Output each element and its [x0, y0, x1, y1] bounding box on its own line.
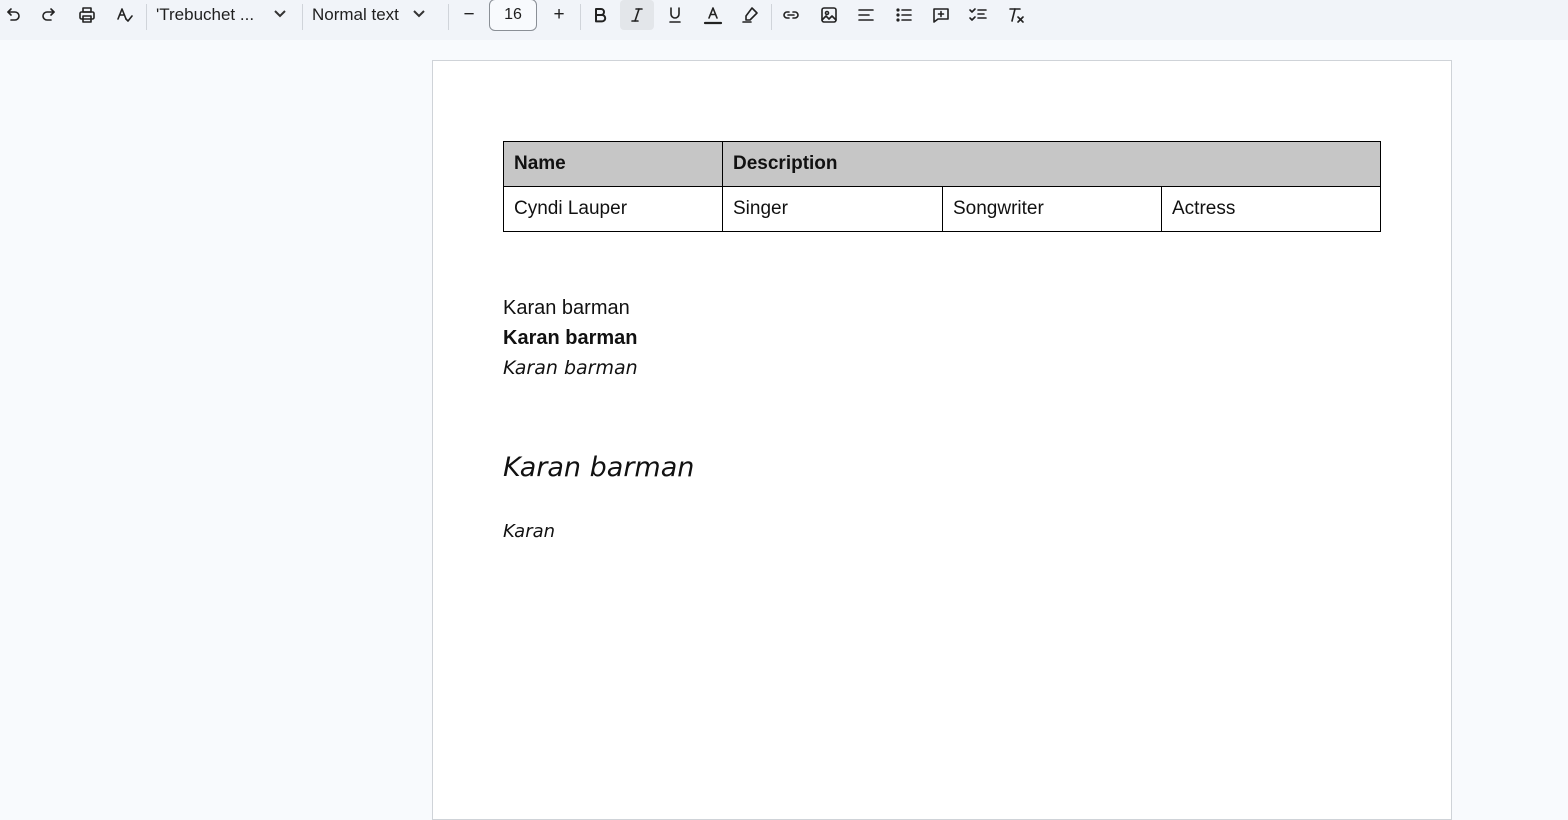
- align-left-icon: [858, 9, 874, 21]
- toolbar-divider: [448, 4, 449, 30]
- text-color-button[interactable]: [696, 0, 730, 30]
- table-cell[interactable]: Cyndi Lauper: [503, 186, 723, 232]
- spellcheck-icon: [117, 8, 133, 22]
- italic-icon: [631, 8, 643, 22]
- paragraph-small-italic[interactable]: Karan: [503, 521, 555, 542]
- font-family-value: 'Trebuchet ...: [156, 5, 255, 24]
- checklist-button[interactable]: [961, 0, 995, 30]
- insert-image-button[interactable]: [812, 0, 846, 30]
- increase-font-size-button[interactable]: +: [542, 0, 576, 30]
- table-cell[interactable]: Actress: [1161, 186, 1381, 232]
- clear-formatting-icon: [1009, 8, 1024, 23]
- undo-button[interactable]: [0, 0, 30, 30]
- print-icon: [79, 7, 95, 23]
- paragraph-style-dropdown[interactable]: Normal text: [312, 0, 427, 30]
- underline-icon: [669, 7, 681, 23]
- document-page[interactable]: Name Description Cyndi Lauper Singer Son…: [432, 60, 1452, 820]
- bulleted-list-button[interactable]: [887, 0, 921, 30]
- redo-button[interactable]: [32, 0, 66, 30]
- underline-button[interactable]: [658, 0, 692, 30]
- paragraph-large-italic[interactable]: Karan barman: [503, 452, 694, 483]
- bold-button[interactable]: [583, 0, 617, 30]
- paragraph-italic[interactable]: Karan barman: [503, 357, 638, 379]
- paragraph-style-value: Normal text: [312, 5, 399, 24]
- font-size-input[interactable]: 16: [489, 0, 537, 31]
- checklist-icon: [969, 8, 987, 21]
- redo-icon: [42, 8, 55, 21]
- table-cell[interactable]: Singer: [722, 186, 943, 232]
- table-cell[interactable]: Songwriter: [942, 186, 1162, 232]
- highlight-button[interactable]: [733, 0, 767, 30]
- toolbar-divider: [302, 4, 303, 30]
- text-color-icon: [703, 7, 723, 25]
- add-comment-button[interactable]: [924, 0, 958, 30]
- toolbar-divider: [146, 4, 147, 30]
- editor-toolbar: 'Trebuchet ... Normal text − 16 +: [0, 0, 1568, 40]
- image-icon: [821, 7, 837, 23]
- bold-icon: [595, 8, 607, 23]
- table-header-cell[interactable]: Description: [722, 141, 1381, 187]
- italic-button[interactable]: [620, 0, 654, 30]
- toolbar-divider: [580, 4, 581, 30]
- decrease-font-size-button[interactable]: −: [452, 0, 486, 30]
- highlighter-icon: [742, 7, 758, 23]
- table-row: Cyndi Lauper Singer Songwriter Actress: [503, 186, 1381, 232]
- font-size-value: 16: [504, 6, 522, 23]
- print-button[interactable]: [70, 0, 104, 30]
- link-icon: [783, 11, 799, 19]
- clear-formatting-button[interactable]: [999, 0, 1033, 30]
- align-button[interactable]: [849, 0, 883, 30]
- table-header-row: Name Description: [503, 141, 1381, 187]
- spellcheck-button[interactable]: [108, 0, 142, 30]
- font-family-dropdown[interactable]: 'Trebuchet ...: [156, 0, 288, 30]
- minus-icon: −: [463, 4, 475, 25]
- plus-icon: +: [553, 4, 565, 25]
- paragraph-bold[interactable]: Karan barman: [503, 327, 638, 350]
- bulleted-list-icon: [896, 8, 912, 22]
- chevron-down-icon: [411, 5, 427, 26]
- add-comment-icon: [933, 8, 949, 23]
- paragraph-normal[interactable]: Karan barman: [503, 297, 630, 320]
- document-table[interactable]: Name Description Cyndi Lauper Singer Son…: [503, 141, 1381, 232]
- chevron-down-icon: [272, 5, 288, 26]
- undo-icon: [7, 8, 20, 21]
- table-header-cell[interactable]: Name: [503, 141, 723, 187]
- toolbar-divider: [771, 4, 772, 30]
- insert-link-button[interactable]: [774, 0, 808, 30]
